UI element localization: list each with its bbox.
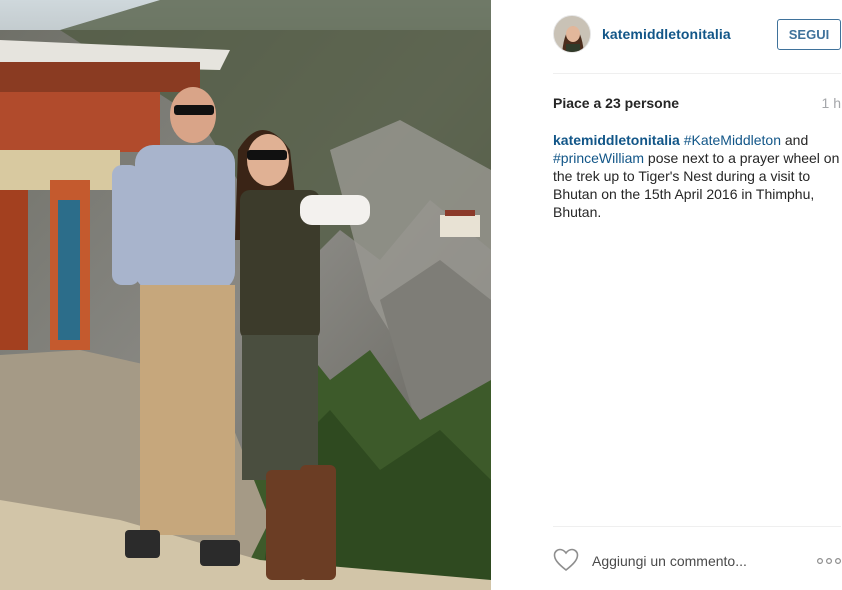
post-photo <box>0 0 491 590</box>
divider <box>553 526 841 527</box>
username-link[interactable]: katemiddletonitalia <box>602 26 731 42</box>
avatar[interactable] <box>553 15 591 53</box>
follow-button[interactable]: SEGUI <box>777 19 841 50</box>
comment-input[interactable] <box>592 550 812 572</box>
caption-text: and <box>781 132 809 148</box>
divider <box>553 73 841 74</box>
post-header: katemiddletonitalia SEGUI <box>491 0 842 73</box>
caption-username-link[interactable]: katemiddletonitalia <box>553 132 680 148</box>
post-caption: katemiddletonitalia #KateMiddleton and #… <box>553 131 841 221</box>
heart-outline-icon[interactable] <box>553 548 579 572</box>
more-options-icon[interactable] <box>817 556 841 566</box>
likes-count[interactable]: Piace a 23 persone <box>553 95 679 111</box>
hashtag-link[interactable]: #princeWilliam <box>553 150 644 166</box>
post-sidebar: katemiddletonitalia SEGUI Piace a 23 per… <box>491 0 842 590</box>
hashtag-link[interactable]: #KateMiddleton <box>684 132 781 148</box>
post-time[interactable]: 1 h <box>822 95 841 111</box>
